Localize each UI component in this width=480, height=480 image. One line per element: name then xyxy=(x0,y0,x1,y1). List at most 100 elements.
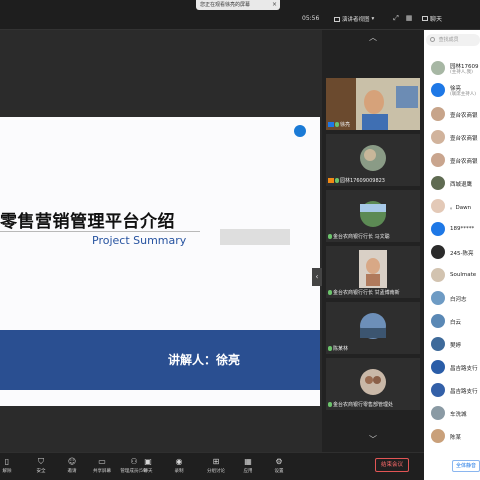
meeting-toolbar: ▯ 解除 ⛉ 安全 ☺ 邀请 ▭ 共享屏幕 ⚇ 管理成员(59) ▣ 聊天 ◉ … xyxy=(0,452,424,480)
chat-tab[interactable]: 聊天 xyxy=(422,14,442,23)
participant-item[interactable]: 园林17609 (主持人,我) xyxy=(424,57,480,79)
speaker-view-label: 演讲者视图 xyxy=(342,17,370,23)
video-tile[interactable]: 金台农商银行行长 甘孟博南新 xyxy=(326,246,420,298)
participant-name: 245-陈亮 xyxy=(450,251,474,257)
tile-name: 金台农商银行零售部管理处 xyxy=(333,402,394,408)
breakout-icon: ⊞ xyxy=(212,457,220,466)
search-input[interactable]: 查找成员 xyxy=(426,34,480,46)
microphone-icon xyxy=(328,290,332,295)
participant-name: 白云 xyxy=(450,320,462,326)
participant-item[interactable]: 车洗城 xyxy=(424,402,480,424)
end-meeting-button[interactable]: 结束会议 xyxy=(375,458,409,472)
participant-name: 壹台农商银 xyxy=(450,113,478,119)
avatar xyxy=(431,199,445,213)
gear-icon: ⚙ xyxy=(275,457,283,466)
slide-footer-band: 讲解人：徐亮 xyxy=(0,330,320,390)
avatar xyxy=(431,107,445,121)
fullscreen-icon[interactable]: ⤢ xyxy=(392,14,400,23)
toolbar-label: 邀请 xyxy=(67,469,77,474)
participant-item[interactable]: 西城退鹰 xyxy=(424,172,480,194)
participant-item[interactable]: 徐亮 (联席主持人) xyxy=(424,79,480,101)
participant-item[interactable]: 昌吉路支行 xyxy=(424,356,480,378)
participant-name: 白河志 xyxy=(450,297,467,303)
avatar xyxy=(431,176,445,190)
participant-name: 189***** xyxy=(450,226,475,232)
chat-icon xyxy=(422,16,428,21)
participant-item[interactable]: 245-陈亮 xyxy=(424,241,480,263)
participant-item[interactable]: 昌吉路支行 xyxy=(424,379,480,401)
avatar xyxy=(431,406,445,420)
company-logo xyxy=(290,125,310,145)
participant-item[interactable]: 樊婷 xyxy=(424,333,480,355)
speaker-view-button[interactable]: 演讲者视图 ▾ xyxy=(334,14,380,24)
participant-item[interactable]: Soulmate xyxy=(424,264,480,286)
chevron-down-icon: ▾ xyxy=(371,16,375,22)
toolbar-label: 解除 xyxy=(2,469,12,474)
participant-item[interactable]: 壹台农商银 xyxy=(424,149,480,171)
microphone-icon xyxy=(328,234,332,239)
video-tile[interactable]: 金台农商银行行长 马文聪 xyxy=(326,190,420,242)
participant-item[interactable]: 壹台农商银 xyxy=(424,103,480,125)
collapse-arrow-icon[interactable]: ‹ xyxy=(312,268,322,286)
shield-icon: ⛉ xyxy=(38,457,44,466)
tile-label: 园林17609009823 xyxy=(328,177,385,184)
video-tile[interactable]: 金台农商银行零售部管理处 xyxy=(326,358,420,410)
participant-list: 查找成员 园林17609 (主持人,我) 徐亮 (联席主持人) 壹台农商银 壹台… xyxy=(424,30,480,452)
toolbar-label: 录制 xyxy=(174,469,184,474)
breakout-rooms-button[interactable]: ⊞ 分组讨论 xyxy=(203,457,229,479)
share-banner-text: 您正在观看徐亮的屏幕 xyxy=(200,2,251,8)
slide-page: 零售营销管理平台介绍 Project Summary 讲解人：徐亮 xyxy=(0,117,320,406)
slide-presenter: 讲解人：徐亮 xyxy=(168,353,241,367)
chevron-down-icon[interactable]: ﹀ xyxy=(366,434,380,445)
participant-item[interactable]: 壹台农商银 xyxy=(424,126,480,148)
participant-item[interactable]: 。Dawn xyxy=(424,195,480,217)
participant-item[interactable]: 陈某 xyxy=(424,425,480,447)
tile-name: 园林17609009823 xyxy=(340,178,385,184)
host-icon xyxy=(328,122,334,127)
participant-item[interactable]: 189***** xyxy=(424,218,480,240)
slide-placeholder-box xyxy=(220,229,290,245)
chat-icon: ▣ xyxy=(144,457,152,466)
layout-icon xyxy=(334,16,340,22)
participant-item[interactable]: 白河志 xyxy=(424,287,480,309)
chat-button[interactable]: ▣ 聊天 xyxy=(135,457,161,479)
shared-screen: 零售营销管理平台介绍 Project Summary 讲解人：徐亮 ‹ xyxy=(0,30,322,452)
share-screen-button[interactable]: ▭ 共享屏幕 xyxy=(89,457,115,479)
tile-label: 金台农商银行零售部管理处 xyxy=(328,401,393,408)
share-screen-icon: ▭ xyxy=(98,457,106,466)
participant-name: 樊婷 xyxy=(450,343,462,349)
top-bar: 您正在观看徐亮的屏幕 × 05:56 演讲者视图 ▾ ⤢ ▦ 聊天 xyxy=(0,0,480,30)
chevron-up-icon[interactable]: ︿ xyxy=(366,32,380,43)
unmute-button[interactable]: ▯ 解除 xyxy=(0,457,20,479)
participant-name: 西城退鹰 xyxy=(450,182,473,188)
close-icon[interactable]: × xyxy=(272,0,277,10)
avatar xyxy=(431,153,445,167)
video-tile[interactable]: 徐亮 xyxy=(326,78,420,130)
avatar xyxy=(431,360,445,374)
tile-name: 金台农商银行行长 甘孟博南新 xyxy=(333,290,400,296)
participant-item[interactable]: 白云 xyxy=(424,310,480,332)
microphone-icon: ▯ xyxy=(4,457,10,466)
settings-button[interactable]: ⚙ 设置 xyxy=(266,457,292,479)
avatar xyxy=(431,429,445,443)
security-button[interactable]: ⛉ 安全 xyxy=(28,457,54,479)
avatar xyxy=(431,268,445,282)
video-tile[interactable]: 陈某林 xyxy=(326,302,420,354)
tile-name: 陈某林 xyxy=(333,346,349,352)
grid-icon[interactable]: ▦ xyxy=(405,14,413,23)
record-button[interactable]: ◉ 录制 xyxy=(166,457,192,479)
meeting-window: 您正在观看徐亮的屏幕 × 05:56 演讲者视图 ▾ ⤢ ▦ 聊天 零售营销管理… xyxy=(0,0,480,480)
participant-name: 陈某 xyxy=(450,435,462,441)
mute-all-button[interactable]: 全体静音 xyxy=(452,460,480,472)
screen-share-banner[interactable]: 您正在观看徐亮的屏幕 × xyxy=(196,0,280,10)
avatar xyxy=(431,291,445,305)
apps-icon: ▦ xyxy=(244,457,252,466)
tile-name: 金台农商银行行长 马文聪 xyxy=(333,234,390,240)
apps-button[interactable]: ▦ 应用 xyxy=(235,457,261,479)
microphone-icon xyxy=(328,402,332,407)
toolbar-label: 聊天 xyxy=(143,469,153,474)
meeting-timer: 05:56 xyxy=(302,15,320,22)
invite-button[interactable]: ☺ 邀请 xyxy=(59,457,85,479)
video-tile[interactable]: 园林17609009823 xyxy=(326,134,420,186)
avatar xyxy=(431,314,445,328)
